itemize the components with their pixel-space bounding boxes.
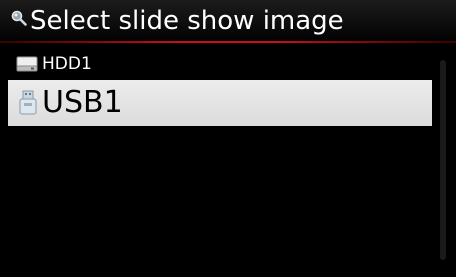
storage-device-list: HDD1 USB1: [8, 49, 432, 126]
page-title: Select slide show image: [30, 6, 344, 36]
slide-show-image-selector: Select slide show image HDD1 USB1: [0, 0, 456, 277]
search-icon: [10, 9, 28, 27]
usb-drive-icon: [18, 90, 38, 116]
list-item-hdd1[interactable]: HDD1: [8, 49, 432, 79]
list-item-label: USB1: [42, 85, 123, 120]
list-item-usb1[interactable]: USB1: [8, 80, 432, 126]
scrollbar[interactable]: [440, 60, 446, 260]
title-divider: [0, 41, 456, 43]
title-bar: Select slide show image: [0, 0, 456, 44]
list-item-label: HDD1: [42, 54, 92, 74]
hard-drive-icon: [16, 56, 38, 72]
